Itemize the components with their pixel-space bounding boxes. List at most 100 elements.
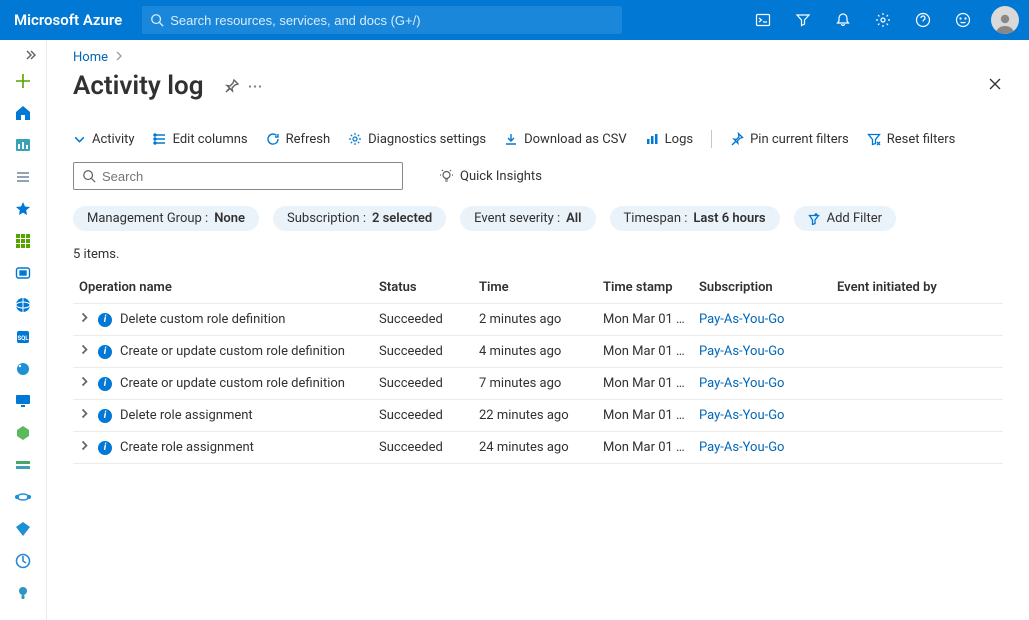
gear-icon: [348, 132, 362, 146]
sidebar-item-favorites[interactable]: [0, 194, 47, 224]
sidebar-item-vnet[interactable]: [0, 482, 47, 512]
breadcrumb-home[interactable]: Home: [73, 50, 108, 65]
chevron-right-icon: [114, 50, 124, 65]
col-operation[interactable]: Operation name: [73, 272, 373, 304]
sidebar-item-home[interactable]: [0, 98, 47, 128]
subscription-link[interactable]: Pay-As-You-Go: [699, 312, 784, 327]
filter-severity[interactable]: Event severity : All: [460, 206, 595, 231]
download-csv-label: Download as CSV: [524, 132, 627, 147]
sidebar-item-create[interactable]: [0, 66, 47, 96]
pin-filters-label: Pin current filters: [750, 132, 849, 147]
sidebar-item-cosmos[interactable]: [0, 354, 47, 384]
reset-filters-label: Reset filters: [887, 132, 956, 147]
brand-label: Microsoft Azure: [14, 11, 122, 29]
subscription-link[interactable]: Pay-As-You-Go: [699, 344, 784, 359]
filter-management-group[interactable]: Management Group : None: [73, 206, 259, 231]
expand-row-icon[interactable]: [79, 440, 90, 455]
pin-filters-button[interactable]: Pin current filters: [730, 132, 849, 147]
reset-filters-button[interactable]: Reset filters: [867, 132, 956, 147]
subscription-link[interactable]: Pay-As-You-Go: [699, 408, 784, 423]
filter-timespan[interactable]: Timespan : Last 6 hours: [610, 206, 780, 231]
cloud-shell-icon[interactable]: [745, 0, 781, 40]
add-filter-button[interactable]: Add Filter: [794, 206, 896, 231]
col-time[interactable]: Time: [473, 272, 597, 304]
cell-time: 4 minutes ago: [473, 336, 597, 368]
top-bar: Microsoft Azure: [0, 0, 1029, 40]
add-filter-icon: [808, 212, 821, 225]
edit-columns-button[interactable]: Edit columns: [153, 132, 248, 147]
pin-icon[interactable]: [224, 78, 240, 94]
info-icon: i: [98, 377, 112, 391]
table-row[interactable]: iCreate role assignmentSucceeded24 minut…: [73, 432, 1003, 464]
diagnostics-button[interactable]: Diagnostics settings: [348, 132, 486, 147]
table-header-row: Operation name Status Time Time stamp Su…: [73, 272, 1003, 304]
table-row[interactable]: iCreate or update custom role definition…: [73, 336, 1003, 368]
sidebar-item-all-resources[interactable]: [0, 226, 47, 256]
topbar-actions: [745, 0, 1019, 40]
filter-severity-label: Event severity :: [474, 211, 560, 226]
activity-search-input[interactable]: [102, 169, 394, 184]
sidebar-item-dashboard[interactable]: [0, 130, 47, 160]
col-initiated-by[interactable]: Event initiated by: [831, 272, 1003, 304]
table-row[interactable]: iCreate or update custom role definition…: [73, 368, 1003, 400]
sidebar-item-aad[interactable]: [0, 514, 47, 544]
activity-dropdown[interactable]: Activity: [73, 132, 135, 147]
logs-button[interactable]: Logs: [645, 132, 693, 147]
cell-timestamp: Mon Mar 01 …: [597, 304, 693, 336]
sidebar-item-advisor[interactable]: [0, 578, 47, 608]
sidebar-item-storage[interactable]: [0, 450, 47, 480]
filter-subscription[interactable]: Subscription : 2 selected: [273, 206, 446, 231]
activity-table: Operation name Status Time Time stamp Su…: [73, 272, 1003, 464]
quick-insights-button[interactable]: Quick Insights: [439, 169, 542, 184]
close-icon[interactable]: [987, 76, 1003, 96]
filter-mgmt-label: Management Group :: [87, 211, 208, 226]
search-icon: [150, 13, 164, 27]
table-row[interactable]: iDelete role assignmentSucceeded22 minut…: [73, 400, 1003, 432]
refresh-button[interactable]: Refresh: [266, 132, 330, 147]
expand-row-icon[interactable]: [79, 344, 90, 359]
download-csv-button[interactable]: Download as CSV: [504, 132, 627, 147]
edit-columns-label: Edit columns: [173, 132, 248, 147]
filter-timespan-value: Last 6 hours: [693, 211, 765, 226]
title-row: Activity log ⋯: [73, 71, 1003, 101]
directory-filter-icon[interactable]: [785, 0, 821, 40]
col-status[interactable]: Status: [373, 272, 473, 304]
feedback-icon[interactable]: [945, 0, 981, 40]
expand-row-icon[interactable]: [79, 376, 90, 391]
table-row[interactable]: iDelete custom role definitionSucceeded2…: [73, 304, 1003, 336]
subscription-link[interactable]: Pay-As-You-Go: [699, 440, 784, 455]
expand-row-icon[interactable]: [79, 408, 90, 423]
cell-timestamp: Mon Mar 01 …: [597, 368, 693, 400]
cell-time: 24 minutes ago: [473, 432, 597, 464]
sidebar-item-app-services[interactable]: [0, 290, 47, 320]
sidebar-item-all-services[interactable]: [0, 162, 47, 192]
global-search[interactable]: [142, 6, 622, 34]
col-timestamp[interactable]: Time stamp: [597, 272, 693, 304]
global-search-input[interactable]: [170, 13, 614, 28]
sidebar-item-vm[interactable]: [0, 386, 47, 416]
cell-time: 22 minutes ago: [473, 400, 597, 432]
cell-time: 2 minutes ago: [473, 304, 597, 336]
cell-timestamp: Mon Mar 01 …: [597, 432, 693, 464]
operation-name: Delete role assignment: [120, 408, 253, 423]
cell-timestamp: Mon Mar 01 …: [597, 336, 693, 368]
filter-timespan-label: Timespan :: [624, 211, 688, 226]
sidebar-expand-icon[interactable]: [0, 46, 47, 64]
sidebar-item-load-balancer[interactable]: [0, 418, 47, 448]
breadcrumb: Home: [73, 50, 1003, 65]
cell-status: Succeeded: [373, 336, 473, 368]
avatar[interactable]: [991, 6, 1019, 34]
help-icon[interactable]: [905, 0, 941, 40]
col-subscription[interactable]: Subscription: [693, 272, 831, 304]
notifications-icon[interactable]: [825, 0, 861, 40]
subscription-link[interactable]: Pay-As-You-Go: [699, 376, 784, 391]
expand-row-icon[interactable]: [79, 312, 90, 327]
activity-search[interactable]: [73, 162, 403, 190]
settings-icon[interactable]: [865, 0, 901, 40]
info-icon: i: [98, 345, 112, 359]
sidebar-item-monitor[interactable]: [0, 546, 47, 576]
sidebar-item-sql[interactable]: SQL: [0, 322, 47, 352]
sidebar-item-resource-groups[interactable]: [0, 258, 47, 288]
more-icon[interactable]: ⋯: [248, 77, 264, 95]
operation-name: Create role assignment: [120, 440, 254, 455]
